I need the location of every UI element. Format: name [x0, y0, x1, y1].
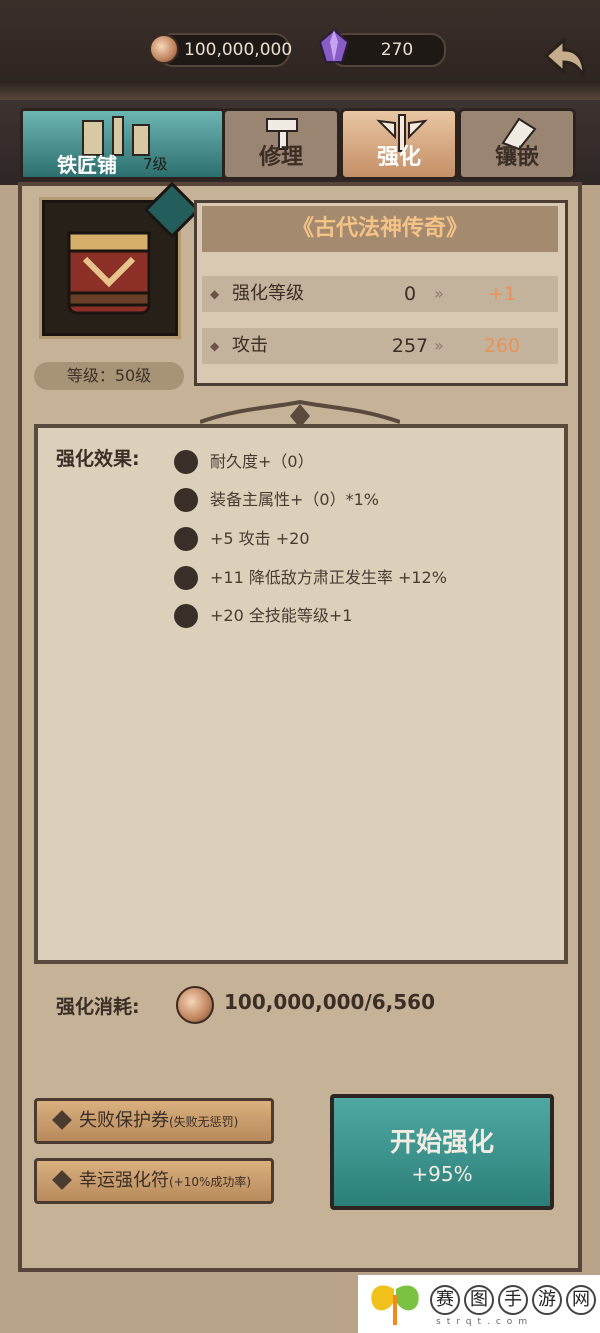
coin-amount: 100,000,000 — [184, 40, 293, 60]
stat-name: 攻击 — [232, 335, 268, 356]
item-name: 《古代法神传奇》 — [202, 206, 558, 252]
success-rate: +95% — [411, 1162, 473, 1186]
locked-dot-icon — [174, 450, 198, 474]
watermark-url: strqt.com — [436, 1317, 534, 1327]
watermark: 赛 图 手 游 网 strqt.com — [358, 1275, 600, 1333]
stat-next: 260 — [483, 335, 521, 357]
watermark-char: 手 — [498, 1285, 528, 1315]
double-arrow-icon: » — [434, 284, 444, 303]
gem-icon — [318, 28, 350, 63]
option-label: 幸运强化符(+10%成功率) — [79, 1170, 252, 1191]
tab-inlay[interactable]: 镶嵌 — [458, 108, 576, 180]
diamond-icon — [52, 1110, 72, 1130]
stat-row-enhance-level: ◆ 强化等级 0 » +1 — [202, 276, 558, 312]
blacksmith-shop-banner: 铁匠铺 7级 — [20, 108, 225, 180]
effects-label: 强化效果: — [56, 448, 140, 470]
cost-label: 强化消耗: — [56, 996, 140, 1018]
shop-level: 7级 — [143, 155, 168, 173]
option-sub-label: (+10%成功率) — [169, 1175, 252, 1189]
stat-current: 257 — [391, 335, 429, 357]
diamond-bullet-icon: ◆ — [210, 287, 220, 301]
locked-dot-icon — [174, 566, 198, 590]
stat-current: 0 — [403, 283, 417, 305]
tab-enhance-label: 强化 — [376, 145, 421, 170]
effect-text: +5 攻击 +20 — [210, 529, 310, 548]
watermark-char: 游 — [532, 1285, 562, 1315]
gem-amount: 270 — [380, 40, 414, 60]
locked-dot-icon — [174, 488, 198, 512]
double-arrow-icon: » — [434, 336, 444, 355]
tab-enhance[interactable]: 强化 — [340, 108, 458, 180]
tab-repair-label: 修理 — [258, 145, 303, 170]
effect-text: +11 降低敌方肃正发生率 +12% — [210, 568, 447, 587]
option-label: 失败保护券(失败无惩罚) — [79, 1110, 239, 1131]
watermark-char: 图 — [464, 1285, 494, 1315]
cost-value: 100,000,000/6,560 — [224, 990, 436, 1014]
start-enhance-label: 开始强化 — [389, 1128, 494, 1158]
effect-text: 耐久度+（0） — [210, 452, 314, 471]
stat-next: +1 — [487, 283, 516, 305]
stat-name: 强化等级 — [232, 283, 304, 304]
effect-text: 装备主属性+（0）*1% — [210, 490, 379, 509]
option-sub-label: (失败无惩罚) — [169, 1115, 239, 1129]
start-enhance-button[interactable]: 开始强化 +95% — [330, 1094, 554, 1210]
item-level-badge: 等级：50级 — [34, 362, 184, 390]
top-bar — [0, 0, 600, 100]
shop-name: 铁匠铺 — [57, 153, 117, 177]
diamond-bullet-icon: ◆ — [210, 339, 220, 353]
luck-charm-button[interactable]: 幸运强化符(+10%成功率) — [34, 1158, 274, 1204]
locked-dot-icon — [174, 604, 198, 628]
fail-protection-button[interactable]: 失败保护券(失败无惩罚) — [34, 1098, 274, 1144]
coin-icon — [176, 986, 214, 1024]
tab-inlay-label: 镶嵌 — [494, 145, 539, 170]
tab-repair[interactable]: 修理 — [222, 108, 340, 180]
watermark-char: 赛 — [430, 1285, 460, 1315]
diamond-icon — [52, 1170, 72, 1190]
watermark-char: 网 — [566, 1285, 596, 1315]
effect-text: +20 全技能等级+1 — [210, 606, 353, 625]
coin-icon — [149, 34, 179, 64]
stat-row-attack: ◆ 攻击 257 » 260 — [202, 328, 558, 364]
back-arrow-icon[interactable] — [540, 34, 590, 84]
butterfly-logo-icon — [371, 1285, 419, 1325]
locked-dot-icon — [174, 527, 198, 551]
